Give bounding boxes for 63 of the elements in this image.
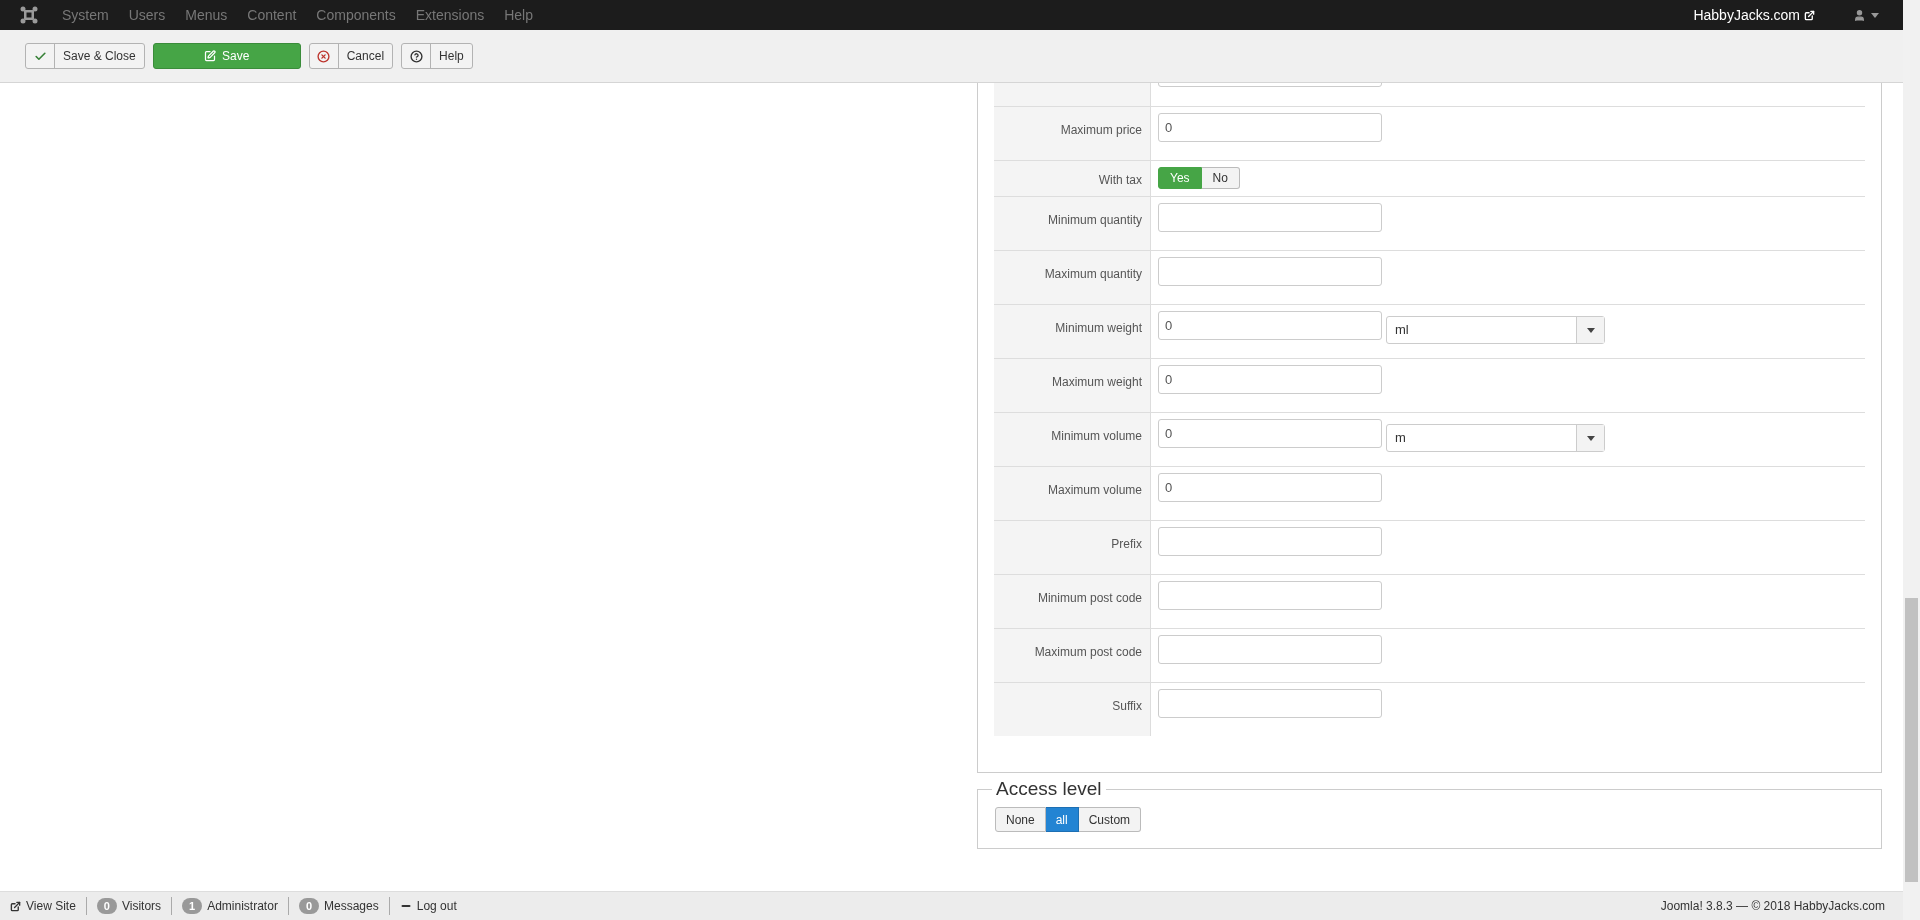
field-label: With tax: [1098, 173, 1142, 187]
unit-select[interactable]: m: [1386, 424, 1605, 452]
user-menu[interactable]: [1853, 8, 1879, 22]
field-label: Suffix: [1112, 699, 1142, 713]
menu-item[interactable]: Menus: [185, 4, 228, 26]
field-label: Minimum volume: [1051, 429, 1142, 443]
status-link[interactable]: Log out: [416, 897, 457, 915]
external-link-icon: [10, 900, 21, 912]
status-link[interactable]: View Site: [26, 897, 76, 915]
input-field[interactable]: 0: [1158, 311, 1382, 340]
cancel-button[interactable]: Cancel: [308, 43, 394, 69]
help-icon: [409, 49, 423, 63]
unit-select[interactable]: ml: [1386, 316, 1605, 344]
field-label: Minimum weight: [1055, 321, 1142, 335]
copyright-text: Joomla! 3.8.3 — © 2018 HabbyJacks.com: [1660, 898, 1885, 915]
logo-icon: [20, 6, 38, 24]
field-label: Maximum price: [1060, 123, 1142, 137]
menu-item[interactable]: Help: [504, 4, 533, 26]
input-field[interactable]: 0: [1158, 473, 1382, 502]
menu-item[interactable]: Components: [316, 4, 396, 26]
field-label: Minimum post code: [1037, 591, 1142, 605]
access-option[interactable]: Custom: [1078, 807, 1142, 832]
scrollbar[interactable]: [1903, 0, 1920, 920]
menu-item[interactable]: Users: [128, 4, 166, 26]
count-badge: 0: [298, 898, 319, 914]
count-badge: 0: [96, 898, 117, 914]
site-link[interactable]: HabbyJacks.com: [1693, 4, 1800, 26]
input-field[interactable]: 0: [1158, 419, 1382, 448]
input-field[interactable]: [1158, 581, 1382, 610]
status-link[interactable]: Messages: [324, 897, 379, 915]
status-link[interactable]: Visitors: [121, 897, 162, 915]
caret-icon: [1871, 12, 1879, 18]
check-icon: [33, 49, 47, 63]
access-option[interactable]: all: [1045, 807, 1079, 832]
count-badge: 1: [182, 898, 203, 914]
field-label: Maximum volume: [1047, 483, 1142, 497]
field-label: Minimum quantity: [1047, 213, 1142, 227]
field-label: Prefix: [1111, 537, 1142, 551]
field-label: Maximum quantity: [1044, 267, 1142, 281]
save-close-button[interactable]: Save & Close: [25, 43, 145, 69]
field-label: Maximum post code: [1034, 645, 1142, 659]
field-label: Maximum weight: [1051, 375, 1142, 389]
input-field[interactable]: 0: [1158, 113, 1382, 142]
input-field[interactable]: [1158, 257, 1382, 286]
menu-item[interactable]: Content: [247, 4, 297, 26]
scrollbar-thumb[interactable]: [1905, 598, 1918, 882]
toggle-option[interactable]: No: [1201, 167, 1240, 189]
input-field[interactable]: 0: [1158, 365, 1382, 394]
menu-item[interactable]: Extensions: [415, 4, 485, 26]
user-icon: [1853, 8, 1866, 22]
menu-item[interactable]: System: [62, 4, 109, 26]
external-link-icon: [1804, 9, 1815, 21]
caret-icon: [1586, 327, 1595, 333]
input-field[interactable]: [1158, 635, 1382, 664]
edit-icon: [204, 50, 216, 62]
cancel-icon: [317, 49, 331, 63]
input-field[interactable]: [1158, 527, 1382, 556]
input-field[interactable]: [1158, 689, 1382, 718]
input-field[interactable]: [1158, 203, 1382, 232]
status-link[interactable]: Administrator: [207, 897, 278, 915]
caret-icon: [1586, 435, 1595, 441]
access-option[interactable]: None: [995, 807, 1046, 832]
help-button[interactable]: Help: [401, 43, 473, 69]
